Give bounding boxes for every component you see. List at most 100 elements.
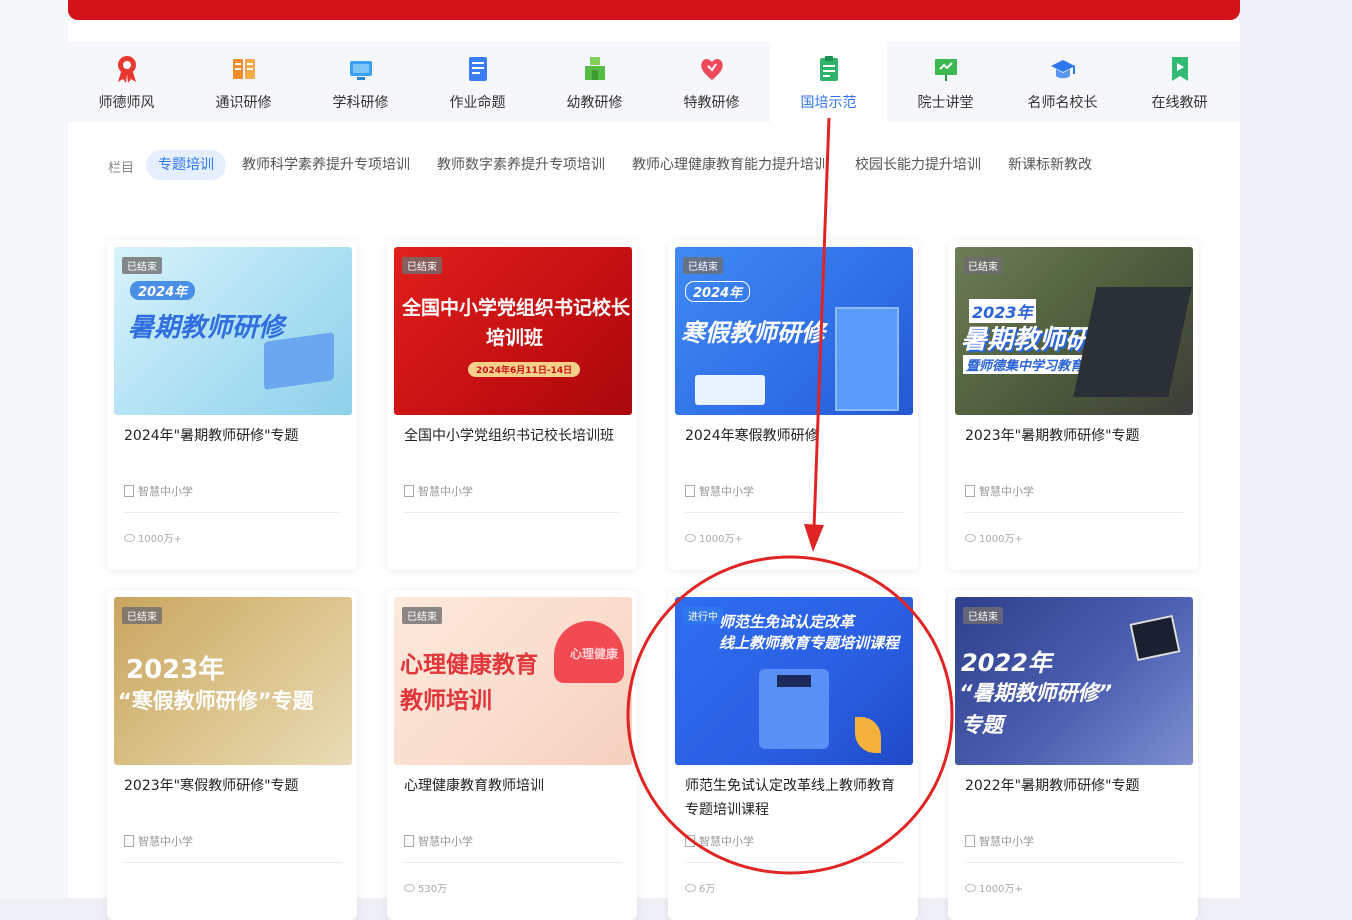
nav-item-tejiao[interactable]: 特教研修 [653,42,770,122]
course-source: 智慧中小学 [685,483,754,499]
divider [124,862,342,863]
course-card[interactable]: 已结束 2022年 “暑期教师研修” 专题 2022年"暑期教师研修"专题 智慧… [948,590,1198,920]
status-badge: 进行中 [683,607,723,624]
course-thumbnail: 已结束 2023年 “寒假教师研修”专题 [114,597,352,765]
eye-icon [685,533,696,542]
bookmark-play-icon [1166,54,1194,84]
document-icon [404,485,414,497]
document-icon [965,835,975,847]
document-icon [124,835,134,847]
source-text: 智慧中小学 [699,835,754,848]
course-source: 智慧中小学 [404,833,473,849]
nav-item-guopei[interactable]: 国培示范 [770,42,887,122]
eye-icon [685,883,696,892]
thumb-year: 2023年 [126,655,225,685]
thumb-headline: 心理健康教育 [400,652,538,678]
book-columns-icon [230,54,258,84]
laptop-photo [1073,287,1192,397]
course-source: 智慧中小学 [685,833,754,849]
graduation-cap-icon [1049,54,1077,84]
views-text: 1000万+ [979,534,1023,545]
nav-item-youjiao[interactable]: 幼教研修 [536,42,653,122]
course-views: 1000万+ [685,530,743,545]
thumb-date: 2024年6月11日-14日 [468,362,581,377]
course-card[interactable]: 已结束 全国中小学党组织书记校长 培训班 2024年6月11日-14日 全国中小… [387,240,637,570]
nav-item-yuanshi[interactable]: 院士讲堂 [887,42,1004,122]
course-thumbnail: 已结束 2024年 寒假教师研修 [675,247,913,415]
divider [685,512,903,513]
course-source: 智慧中小学 [965,483,1034,499]
views-text: 1000万+ [699,534,743,545]
nav-item-label: 通识研修 [215,95,272,111]
course-views: 1000万+ [965,880,1023,895]
nav-item-label: 特教研修 [683,95,740,111]
monitor-icon [347,54,375,84]
divider [124,512,342,513]
nav-item-mingshi[interactable]: 名师名校长 [1004,42,1121,122]
status-badge: 已结束 [402,607,442,624]
course-source: 智慧中小学 [124,833,193,849]
divider [965,512,1183,513]
source-text: 智慧中小学 [699,485,754,498]
graduation-cap-shape [777,675,811,687]
source-text: 智慧中小学 [418,835,473,848]
thumb-year: 2024年 [130,281,196,300]
thumb-headline: 师范生免试认定改革 线上教师教育专题培训课程 [719,613,900,652]
notepad-icon [464,54,492,84]
nav-item-shide[interactable]: 师德师风 [68,42,185,122]
course-card[interactable]: 已结束 2023年 暑期教师研修 暨师德集中学习教育 2023年"暑期教师研修"… [948,240,1198,570]
thumb-headline: “寒假教师研修”专题 [118,689,314,713]
nav-item-label: 名师名校长 [1027,95,1098,111]
nav-item-label: 幼教研修 [566,95,623,111]
header-banner-edge [68,0,1240,20]
subtab-shuzi[interactable]: 教师数字素养提升专项培训 [437,150,605,180]
subtab-kexue[interactable]: 教师科学素养提升专项培训 [242,150,410,180]
course-card[interactable]: 已结束 2024年 寒假教师研修 2024年寒假教师研修 智慧中小学 1000万… [668,240,918,570]
nav-item-label: 在线教研 [1151,95,1208,111]
nav-item-label: 师德师风 [98,95,155,111]
course-title: 2022年"暑期教师研修"专题 [965,778,1140,794]
heart-icon [698,54,726,84]
subtab-zhuanti[interactable]: 专题培训 [146,150,226,180]
thumb-headline-2: 培训班 [486,327,544,349]
course-card[interactable]: 已结束 心理健康教育 教师培训 心理健康 心理健康教育教师培训 智慧中小学 53… [387,590,637,920]
nav-item-zaixian[interactable]: 在线教研 [1121,42,1238,122]
views-text: 1000万+ [138,534,182,545]
divider [685,862,903,863]
course-card-highlighted[interactable]: 进行中 师范生免试认定改革 线上教师教育专题培训课程 师范生免试认定改革线上教师教… [668,590,918,920]
divider [404,512,622,513]
status-badge: 已结束 [122,257,162,274]
course-card[interactable]: 已结束 2024年 暑期教师研修 2024年"暑期教师研修"专题 智慧中小学 1… [107,240,357,570]
views-text: 530万 [418,884,448,895]
course-views: 1000万+ [124,530,182,545]
nav-item-xueke[interactable]: 学科研修 [302,42,419,122]
course-thumbnail: 已结束 心理健康教育 教师培训 心理健康 [394,597,632,765]
thumb-heart-text: 心理健康 [570,647,619,661]
lecture-board-icon [932,54,960,84]
course-card[interactable]: 已结束 2023年 “寒假教师研修”专题 2023年"寒假教师研修"专题 智慧中… [107,590,357,920]
status-badge: 已结束 [402,257,442,274]
subtab-xiaoyuanzhang[interactable]: 校园长能力提升培训 [855,150,981,180]
document-icon [404,835,414,847]
course-thumbnail: 已结束 2022年 “暑期教师研修” 专题 [955,597,1193,765]
nav-item-label: 作业命题 [449,95,506,111]
eye-icon [965,883,976,892]
course-title: 2024年寒假教师研修 [685,428,819,444]
status-badge: 已结束 [122,607,162,624]
nav-item-zuoye[interactable]: 作业命题 [419,42,536,122]
status-badge: 已结束 [963,257,1003,274]
nav-item-label: 院士讲堂 [917,95,974,111]
eye-icon [965,533,976,542]
course-title: 心理健康教育教师培训 [404,778,544,794]
course-source: 智慧中小学 [124,483,193,499]
status-badge: 已结束 [963,607,1003,624]
nav-item-tongshi[interactable]: 通识研修 [185,42,302,122]
source-text: 智慧中小学 [979,485,1034,498]
subtab-xinli[interactable]: 教师心理健康教育能力提升培训 [632,150,828,180]
thumb-headline: “暑期教师研修” [959,681,1113,705]
laptop-illustration [264,332,334,390]
course-thumbnail: 已结束 全国中小学党组织书记校长 培训班 2024年6月11日-14日 [394,247,632,415]
status-badge: 已结束 [683,257,723,274]
subtab-xinkebiao[interactable]: 新课标新教改 [1008,150,1092,180]
book-illustration [695,375,765,405]
